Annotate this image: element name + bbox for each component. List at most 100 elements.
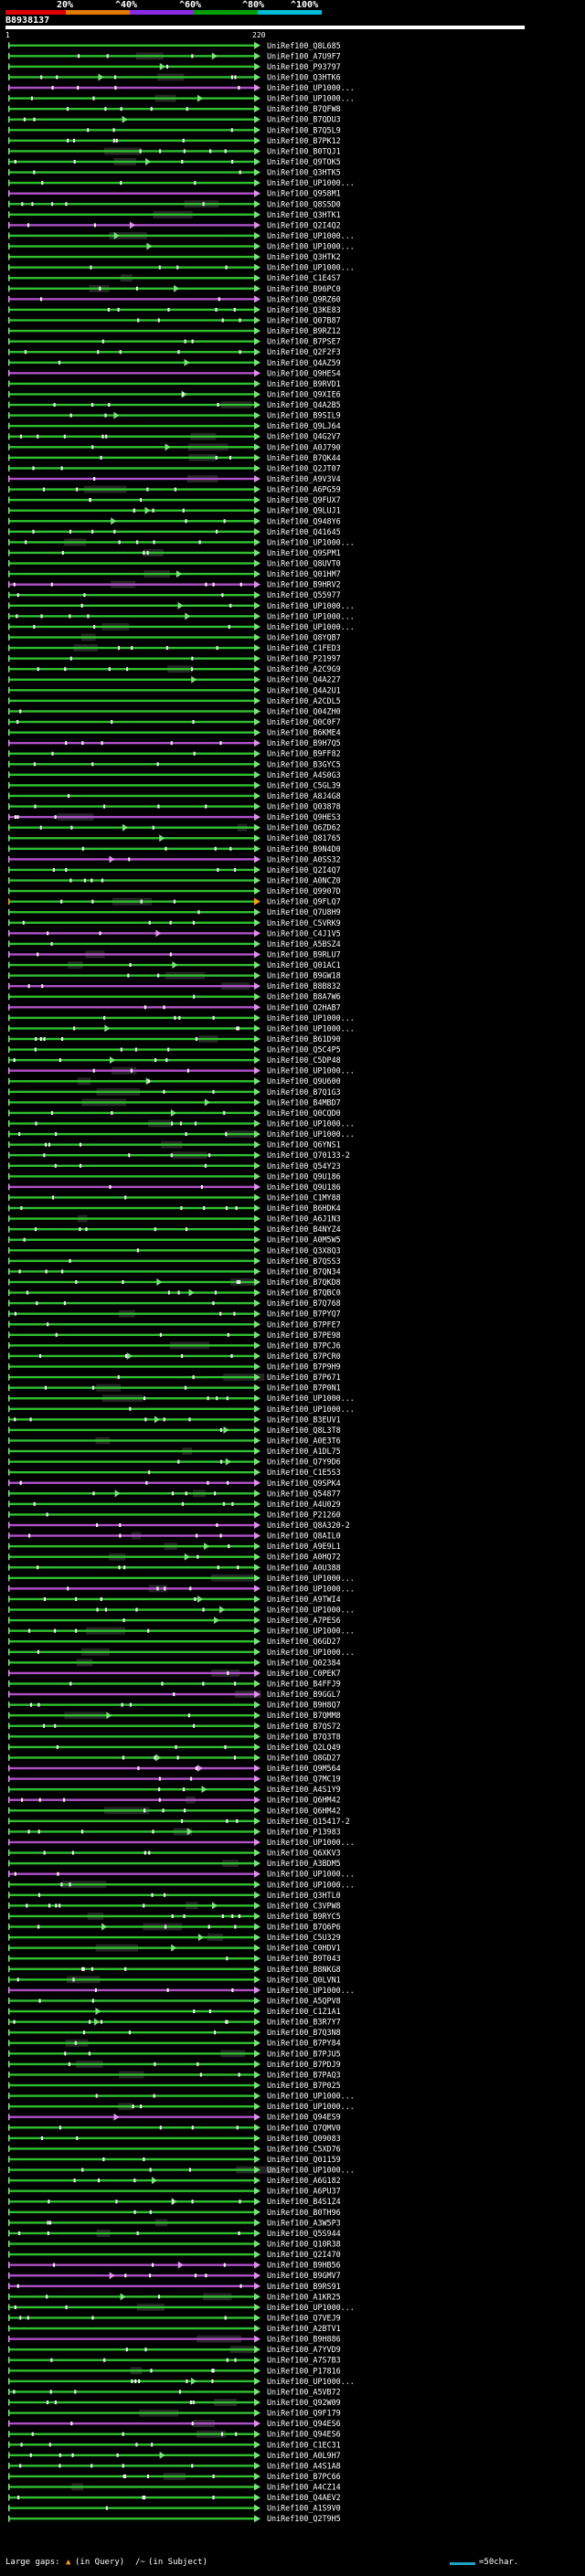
hit-label[interactable]: UniRef100_B7P671	[267, 1373, 341, 1382]
hit-label[interactable]: UniRef100_C1E5S3	[267, 1468, 341, 1477]
hit-label[interactable]: UniRef100_Q04ZH0	[267, 706, 341, 716]
hit-row[interactable]: UniRef100_UP1000...	[8, 1870, 355, 1879]
hit-label[interactable]: UniRef100_A4S0G3	[267, 770, 341, 779]
hit-label[interactable]: UniRef100_Q5S944	[267, 2229, 341, 2238]
hit-row[interactable]: UniRef100_A4S0G3	[8, 770, 341, 779]
hit-label[interactable]: UniRef100_B7Q3T8	[267, 1732, 341, 1741]
hit-label[interactable]: UniRef100_Q9LUJ1	[267, 506, 341, 515]
hit-row[interactable]: UniRef100_Q3HTK2	[8, 252, 341, 261]
hit-label[interactable]: UniRef100_P21997	[267, 654, 341, 663]
hit-row[interactable]: UniRef100_UP1000...	[8, 2092, 355, 2101]
hit-label[interactable]: UniRef100_B7P9H9	[267, 1362, 341, 1372]
hit-label[interactable]: UniRef100_C5DP48	[267, 1055, 341, 1065]
hit-label[interactable]: UniRef100_B7QSS3	[267, 1256, 341, 1266]
hit-label[interactable]: UniRef100_UP1000...	[267, 2303, 355, 2312]
hit-row[interactable]: UniRef100_Q5C4P5	[8, 1045, 341, 1055]
hit-row[interactable]: UniRef100_Q9HES4	[8, 368, 341, 377]
hit-row[interactable]: UniRef100_Q6YNS1	[8, 1140, 341, 1150]
hit-label[interactable]: UniRef100_UP1000...	[267, 601, 355, 610]
hit-row[interactable]: UniRef100_B4NYZ4	[8, 1224, 341, 1234]
hit-label[interactable]: UniRef100_B61D90	[267, 1034, 341, 1044]
hit-label[interactable]: UniRef100_Q94ES9	[267, 2113, 341, 2122]
hit-row[interactable]: UniRef100_B7QKD8	[8, 1277, 341, 1287]
hit-label[interactable]: UniRef100_B96PC0	[267, 284, 341, 293]
hit-label[interactable]: UniRef100_Q9SPK4	[267, 1479, 341, 1488]
hit-label[interactable]: UniRef100_Q3HTL0	[267, 1891, 341, 1900]
hit-label[interactable]: UniRef100_C3VPW8	[267, 1901, 341, 1910]
hit-label[interactable]: UniRef100_A6PG59	[267, 485, 341, 494]
hit-row[interactable]: UniRef100_Q01AC1	[8, 960, 341, 970]
hit-label[interactable]: UniRef100_A5QPV8	[267, 1996, 341, 2005]
hit-label[interactable]: UniRef100_Q4A227	[267, 675, 341, 684]
hit-row[interactable]: UniRef100_B7Q3N8	[8, 2028, 341, 2037]
hit-row[interactable]: UniRef100_UP1000...	[8, 231, 355, 240]
hit-label[interactable]: UniRef100_B9RYC5	[267, 1912, 341, 1921]
hit-row[interactable]: UniRef100_B9H886	[8, 2335, 341, 2344]
hit-label[interactable]: UniRef100_Q7U8H9	[267, 907, 341, 917]
hit-label[interactable]: UniRef100_UP1000...	[267, 2377, 355, 2386]
hit-row[interactable]: UniRef100_Q6HM42	[8, 1806, 341, 1815]
hit-label[interactable]: UniRef100_B7PY84	[267, 2039, 341, 2048]
hit-row[interactable]: UniRef100_A4U029	[8, 1500, 341, 1509]
hit-row[interactable]: UniRef100_Q55977	[8, 590, 341, 599]
hit-row[interactable]: UniRef100_Q6HM42	[8, 1796, 341, 1805]
hit-row[interactable]: UniRef100_A0HQ72	[8, 1553, 341, 1562]
hit-row[interactable]: UniRef100_B7QBC0	[8, 1288, 341, 1298]
hit-label[interactable]: UniRef100_Q948Y6	[267, 516, 341, 525]
hit-label[interactable]: UniRef100_UP1000...	[267, 2092, 355, 2101]
hit-label[interactable]: UniRef100_B7P0N1	[267, 1383, 341, 1393]
hit-row[interactable]: UniRef100_Q03878	[8, 802, 341, 811]
hit-row[interactable]: UniRef100_UP1000...	[8, 178, 355, 187]
hit-label[interactable]: UniRef100_Q01AC1	[267, 960, 341, 970]
hit-label[interactable]: UniRef100_A7YVD9	[267, 2345, 341, 2354]
hit-row[interactable]: UniRef100_A7U9F7	[8, 51, 341, 60]
hit-row[interactable]: UniRef100_A9E9L1	[8, 1542, 341, 1551]
hit-row[interactable]: UniRef100_C1Z1A1	[8, 2007, 341, 2016]
hit-row[interactable]: UniRef100_Q09083	[8, 2134, 341, 2143]
hit-row[interactable]: UniRef100_C0HDV1	[8, 1944, 341, 1953]
hit-label[interactable]: UniRef100_B9FF82	[267, 749, 341, 758]
hit-label[interactable]: UniRef100_Q6HM42	[267, 1796, 341, 1805]
hit-label[interactable]: UniRef100_Q6ZD62	[267, 823, 341, 832]
hit-label[interactable]: UniRef100_B7QN34	[267, 1267, 341, 1276]
hit-row[interactable]: UniRef100_UP1000...	[8, 242, 355, 251]
hit-row[interactable]: UniRef100_Q9XIE6	[8, 389, 341, 398]
hit-label[interactable]: UniRef100_UP1000...	[267, 2166, 355, 2175]
hit-label[interactable]: UniRef100_B7PC66	[267, 2472, 341, 2481]
hit-row[interactable]: UniRef100_Q3HTK6	[8, 72, 341, 81]
hit-row[interactable]: UniRef100_B9RVD1	[8, 379, 341, 388]
hit-label[interactable]: UniRef100_A9TWI4	[267, 1595, 341, 1604]
hit-label[interactable]: UniRef100_A4U029	[267, 1500, 341, 1509]
hit-label[interactable]: UniRef100_B4MBD7	[267, 1097, 341, 1107]
hit-row[interactable]: UniRef100_B7QFW8	[8, 104, 341, 113]
hit-label[interactable]: UniRef100_Q2I4Q7	[267, 865, 341, 875]
hit-row[interactable]: UniRef100_Q04ZH0	[8, 706, 341, 716]
hit-row[interactable]: UniRef100_Q9F179	[8, 2409, 341, 2418]
hit-label[interactable]: UniRef100_B9RVD1	[267, 379, 341, 388]
hit-label[interactable]: UniRef100_Q9RZ60	[267, 294, 341, 303]
hit-label[interactable]: UniRef100_P13983	[267, 1827, 341, 1836]
hit-row[interactable]: UniRef100_B4FFJ9	[8, 1680, 341, 1689]
hit-label[interactable]: UniRef100_Q9U186	[267, 1171, 341, 1181]
hit-row[interactable]: UniRef100_Q9RZ60	[8, 294, 341, 303]
hit-label[interactable]: UniRef100_B9HRV2	[267, 580, 341, 589]
hit-row[interactable]: UniRef100_B7QK44	[8, 453, 341, 462]
hit-row[interactable]: UniRef100_A1KR25	[8, 2292, 341, 2301]
hit-row[interactable]: UniRef100_B9HRV2	[8, 580, 341, 589]
hit-row[interactable]: UniRef100_B8B832	[8, 981, 341, 991]
hit-label[interactable]: UniRef100_Q6YNS1	[267, 1140, 341, 1150]
hit-row[interactable]: UniRef100_C5GL39	[8, 780, 341, 790]
hit-row[interactable]: UniRef100_C1E4S7	[8, 273, 341, 282]
hit-label[interactable]: UniRef100_Q2JT07	[267, 463, 341, 472]
hit-row[interactable]: UniRef100_B7PCJ6	[8, 1341, 341, 1350]
hit-row[interactable]: UniRef100_A0NCZ0	[8, 875, 341, 885]
hit-row[interactable]: UniRef100_B7PC66	[8, 2472, 341, 2481]
hit-row[interactable]: UniRef100_C5VRK9	[8, 918, 341, 928]
hit-row[interactable]: UniRef100_Q7VEJ9	[8, 2313, 341, 2322]
hit-label[interactable]: UniRef100_B9GMV7	[267, 2271, 341, 2280]
hit-label[interactable]: UniRef100_UP1000...	[267, 1394, 355, 1403]
hit-row[interactable]: UniRef100_B9RLU7	[8, 949, 341, 959]
hit-label[interactable]: UniRef100_Q4A2U1	[267, 685, 341, 694]
hit-row[interactable]: UniRef100_Q41645	[8, 527, 341, 536]
hit-row[interactable]: UniRef100_B7Q6P6	[8, 1923, 341, 1932]
